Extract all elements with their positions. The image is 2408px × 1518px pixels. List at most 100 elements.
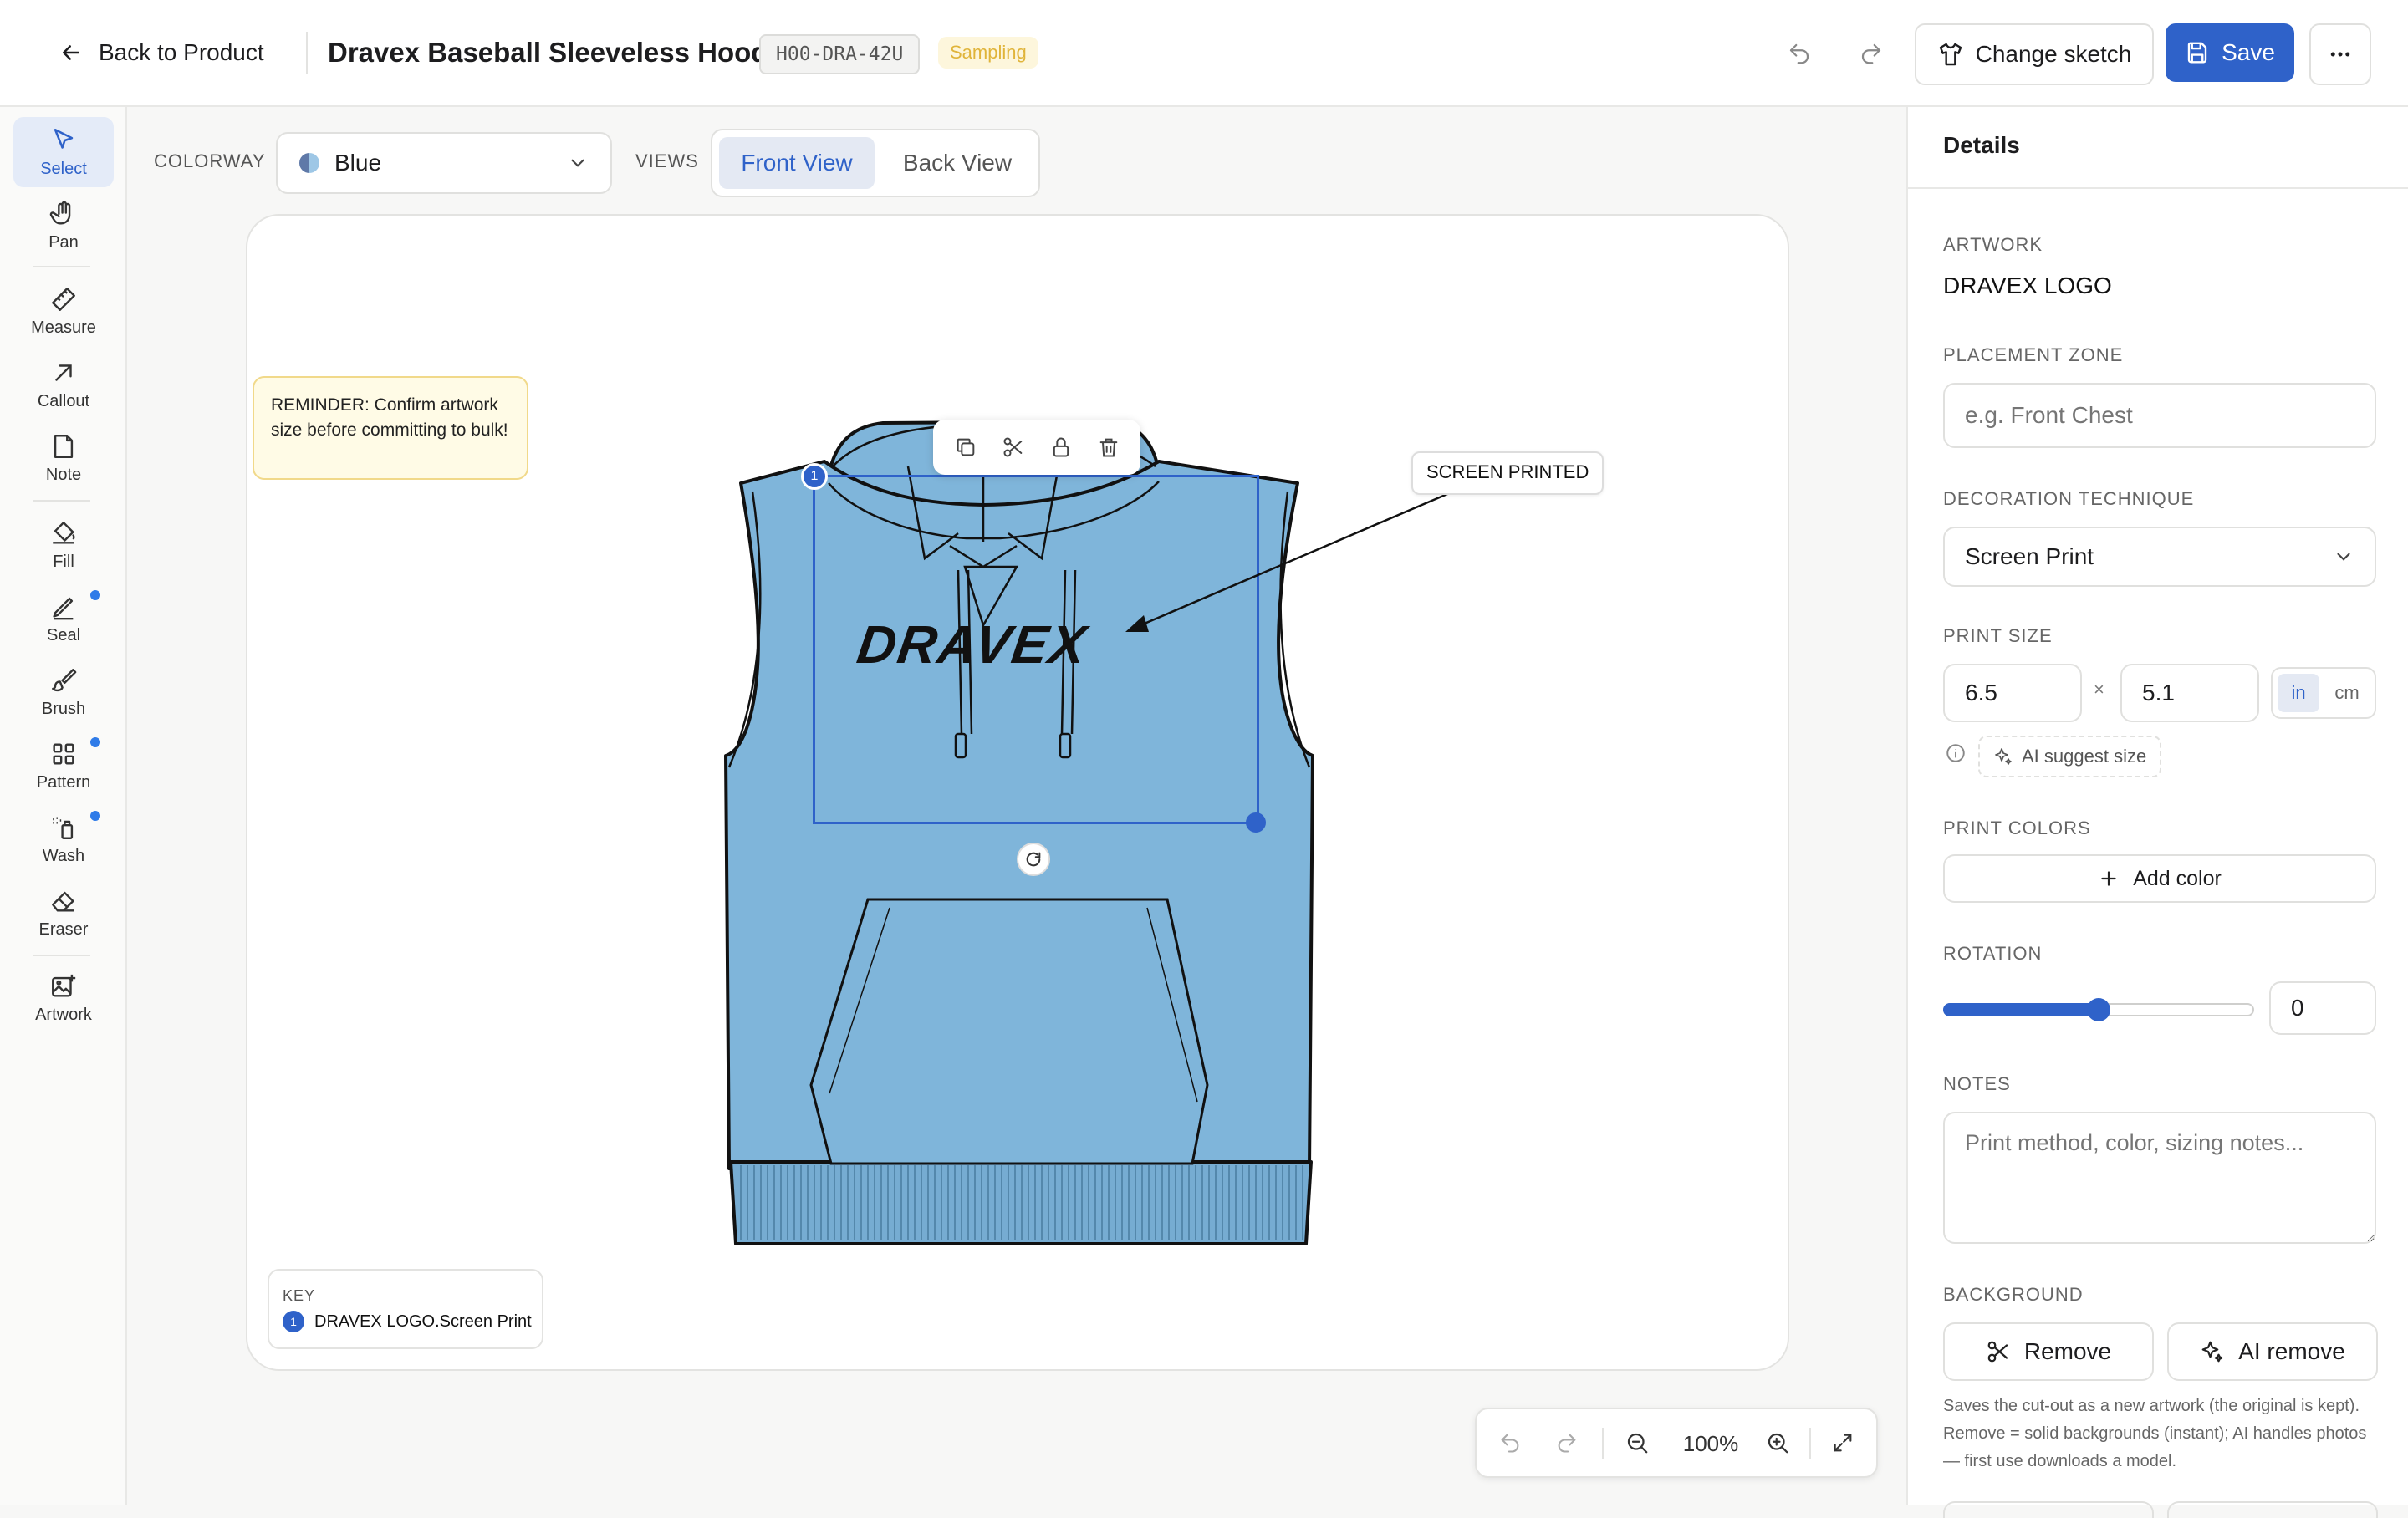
tool-artwork[interactable]: Artwork [13,963,114,1033]
expand-icon [1831,1431,1854,1454]
undo-button[interactable] [1779,33,1819,74]
tool-label: Pattern [36,772,91,792]
divider [1809,1428,1811,1459]
print-colors-label: PRINT COLORS [1943,818,2091,838]
tool-note[interactable]: Note [13,423,114,493]
key-title: KEY [283,1287,316,1304]
divider [33,266,90,267]
next-button-partial[interactable] [2167,1501,2378,1518]
tool-label: Brush [41,699,86,718]
grid-icon [49,740,78,768]
remove-background-button[interactable]: Remove [1943,1322,2154,1381]
tool-pan[interactable]: Pan [13,191,114,261]
decoration-technique-label: DECORATION TECHNIQUE [1943,488,2195,509]
pen-icon [49,593,78,621]
change-sketch-button[interactable]: Change sketch [1915,23,2154,85]
slider-thumb[interactable] [2087,998,2110,1021]
tool-label: Note [45,465,82,484]
back-to-product-link[interactable]: Back to Product [59,33,264,72]
save-icon [2185,40,2210,65]
zoom-in-button[interactable] [1761,1426,1794,1459]
colorway-value: Blue [334,150,382,176]
divider [306,32,308,74]
ruler-icon [49,285,78,313]
tool-measure[interactable]: Measure [13,276,114,346]
ai-remove-label: AI remove [2238,1338,2345,1364]
design-canvas[interactable]: DRAVEX 1 SCREEN PRINTED REMINDER: Confir… [246,214,1789,1371]
rotation-input[interactable]: 0 [2269,981,2376,1035]
tab-back-view[interactable]: Back View [883,137,1032,189]
tool-label: Wash [42,846,85,865]
tool-label: Measure [31,318,96,337]
next-button-partial[interactable] [1943,1501,2154,1518]
spray-icon [49,813,78,842]
sku-badge: H00-DRA-42U [759,34,921,74]
tool-select[interactable]: Select [13,117,114,187]
decoration-technique-select[interactable]: Screen Print [1943,527,2376,587]
remove-label: Remove [2023,1338,2112,1364]
tool-pattern[interactable]: Pattern [13,731,114,801]
page-title: Dravex Baseball Sleeveless Hoodie [328,37,791,68]
tool-seal[interactable]: Seal [13,583,114,654]
unit-cm-option[interactable]: cm [2324,674,2370,712]
key-legend: KEY 1 DRAVEX LOGO.Screen Print [268,1269,543,1349]
fullscreen-button[interactable] [1826,1426,1860,1459]
notes-textarea[interactable] [1943,1112,2376,1244]
indicator-dot [90,590,100,600]
tool-callout[interactable]: Callout [13,349,114,420]
redo-icon [1555,1431,1579,1454]
canvas-redo-button[interactable] [1550,1426,1584,1459]
zoom-out-icon [1625,1430,1650,1455]
ai-remove-background-button[interactable]: AI remove [2167,1322,2378,1381]
tool-wash[interactable]: Wash [13,804,114,874]
background-help-text: Saves the cut-out as a new artwork (the … [1943,1397,2367,1470]
print-width-input[interactable]: 6.5 [1943,664,2082,722]
view-toggle: Front View Back View [711,129,1040,197]
more-options-button[interactable] [2309,23,2371,85]
add-color-label: Add color [2133,866,2222,890]
reminder-note[interactable]: REMINDER: Confirm artwork size before co… [253,376,528,480]
info-icon[interactable] [1943,741,1968,766]
save-button[interactable]: Save [2166,23,2294,82]
callout-label[interactable]: SCREEN PRINTED [1411,451,1604,495]
divider [1602,1428,1604,1459]
tool-label: Eraser [38,919,89,939]
add-color-button[interactable]: Add color [1943,854,2376,903]
unit-in-option[interactable]: in [2278,674,2319,712]
key-marker: 1 [283,1311,304,1332]
slider-fill [1943,1003,2099,1016]
tool-eraser[interactable]: Eraser [13,878,114,948]
technique-value: Screen Print [1965,543,2094,569]
undo-icon [1787,41,1812,66]
tool-fill[interactable]: Fill [13,510,114,580]
rotation-slider[interactable] [1943,981,2254,1040]
sparkles-icon [1993,746,2013,767]
zoom-out-button[interactable] [1620,1426,1654,1459]
artwork-name: DRAVEX LOGO [1943,273,2112,298]
tool-label: Callout [37,391,90,410]
redo-button[interactable] [1851,33,1891,74]
zoom-in-icon [1765,1430,1790,1455]
tool-label: Seal [46,625,81,644]
brush-icon [49,666,78,695]
placement-zone-input[interactable] [1943,383,2376,448]
times-symbol: × [2094,679,2104,700]
scissors-icon [1986,1339,2011,1364]
arrow-left-icon [59,40,84,65]
background-label: BACKGROUND [1943,1284,2084,1305]
ai-suggest-size-button[interactable]: AI suggest size [1978,736,2162,777]
canvas-undo-button[interactable] [1493,1426,1527,1459]
note-icon [49,432,78,461]
status-badge: Sampling [938,37,1038,69]
rotation-label: ROTATION [1943,943,2043,964]
print-height-input[interactable]: 5.1 [2120,664,2259,722]
colorway-label: COLORWAY [154,150,266,171]
redo-icon [1859,41,1884,66]
tool-brush[interactable]: Brush [13,657,114,727]
tab-front-view[interactable]: Front View [719,137,875,189]
colorway-select[interactable]: Blue [276,132,612,194]
sparkles-icon [2200,1339,2225,1364]
zoom-level: 100% [1682,1431,1739,1456]
placement-zone-label: PLACEMENT ZONE [1943,344,2124,365]
hand-icon [49,200,78,228]
